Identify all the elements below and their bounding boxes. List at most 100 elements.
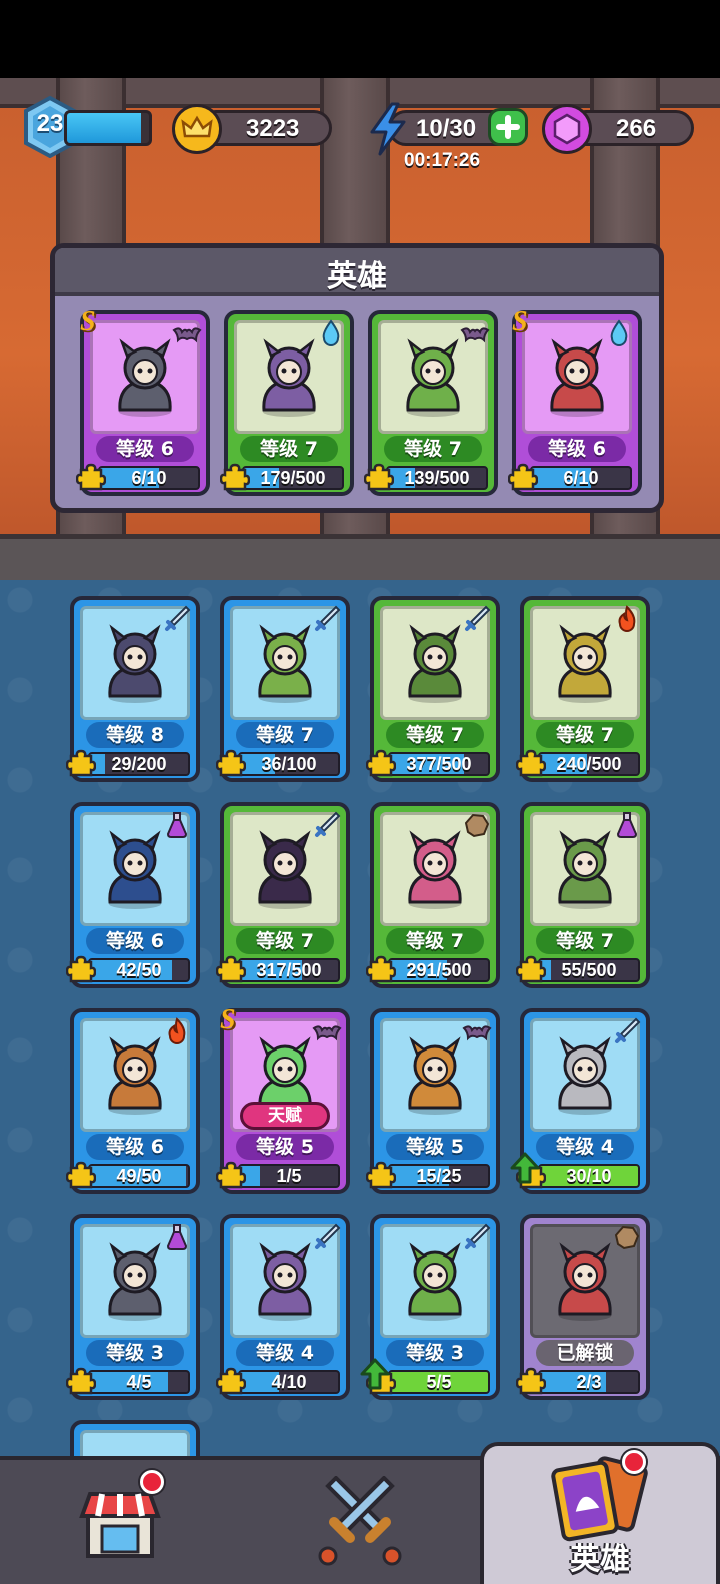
hero-card[interactable]: 等级 7 291/500 bbox=[365, 802, 500, 988]
hero-card[interactable]: 等级 7 240/500 bbox=[515, 596, 650, 782]
sword-icon bbox=[312, 1222, 342, 1252]
bat-icon bbox=[312, 1016, 342, 1046]
hero-list[interactable]: 等级 8 29/200 等级 7 36/100 等级 7 377/500 等级 7 240/5… bbox=[0, 580, 720, 1456]
tab-battle[interactable] bbox=[240, 1460, 480, 1584]
shard-progress-text: 36/100 bbox=[261, 754, 317, 774]
gems-counter[interactable]: 266 bbox=[542, 104, 696, 154]
shard-progress-bar: 29/200 bbox=[88, 752, 190, 776]
bat-icon bbox=[460, 318, 490, 348]
shard-progress-text: 29/200 bbox=[111, 754, 167, 774]
sword-icon bbox=[312, 604, 342, 634]
hero-card[interactable]: 等级 6 42/50 bbox=[65, 802, 200, 988]
hero-level: 等级 4 bbox=[536, 1134, 634, 1160]
energy-counter[interactable]: 10/30 bbox=[362, 102, 532, 156]
hero-card[interactable]: 等级 7 36/100 bbox=[215, 596, 350, 782]
puzzle-piece-icon bbox=[215, 1160, 247, 1190]
hero-level: 等级 7 bbox=[240, 436, 338, 462]
upgrade-arrow-icon bbox=[510, 1152, 540, 1184]
puzzle-piece-icon bbox=[65, 1160, 97, 1190]
hero-level: 等级 5 bbox=[386, 1134, 484, 1160]
sword-icon bbox=[462, 1222, 492, 1252]
puzzle-piece-icon bbox=[365, 1160, 397, 1190]
sword-icon bbox=[312, 810, 342, 840]
heroes-notification-dot bbox=[622, 1450, 646, 1474]
shard-progress-bar: 4/10 bbox=[238, 1370, 340, 1394]
potion-icon bbox=[612, 810, 642, 840]
hero-card[interactable]: 等级 3 5/5 bbox=[360, 1214, 500, 1400]
hero-level: 等级 5 bbox=[236, 1134, 334, 1160]
fire-icon bbox=[612, 604, 642, 634]
xp-bar bbox=[64, 110, 152, 146]
talent-badge: 天赋 bbox=[240, 1102, 330, 1130]
hero-level: 等级 3 bbox=[386, 1340, 484, 1366]
team-hero-card[interactable]: S 等级 6 6/10 bbox=[75, 306, 210, 496]
hero-portrait bbox=[80, 1430, 190, 1456]
shard-progress-text: 49/50 bbox=[116, 1166, 162, 1186]
shop-icon bbox=[79, 1492, 161, 1558]
shard-progress-bar: 139/500 bbox=[386, 466, 488, 490]
shard-progress-bar: 30/10 bbox=[538, 1164, 640, 1188]
bottom-nav: 英雄 bbox=[0, 1442, 720, 1584]
shard-progress-bar: 2/3 bbox=[538, 1370, 640, 1394]
hero-card[interactable]: 等级 4 30/10 bbox=[510, 1008, 650, 1194]
water-drop-icon bbox=[316, 318, 346, 348]
coins-counter[interactable]: 3223 bbox=[172, 104, 334, 154]
hero-card-partial[interactable] bbox=[70, 1420, 200, 1456]
team-hero-card[interactable]: 等级 7 179/500 bbox=[219, 310, 354, 496]
puzzle-piece-icon bbox=[507, 462, 539, 492]
shop-notification-dot bbox=[140, 1470, 164, 1494]
shard-progress-bar: 42/50 bbox=[88, 958, 190, 982]
rock-icon bbox=[612, 1222, 642, 1252]
hero-card[interactable]: 等级 5 15/25 bbox=[365, 1008, 500, 1194]
shard-progress-bar: 291/500 bbox=[388, 958, 490, 982]
puzzle-piece-icon bbox=[75, 462, 107, 492]
shard-progress-text: 55/500 bbox=[561, 960, 617, 980]
puzzle-piece-icon bbox=[515, 954, 547, 984]
shard-progress-text: 4/10 bbox=[271, 1372, 307, 1392]
tab-shop[interactable] bbox=[0, 1460, 240, 1584]
puzzle-piece-icon bbox=[215, 748, 247, 778]
hero-level: 等级 6 bbox=[86, 1134, 184, 1160]
puzzle-piece-icon bbox=[65, 748, 97, 778]
hero-level: 等级 7 bbox=[236, 928, 334, 954]
fire-icon bbox=[162, 1016, 192, 1046]
lightning-icon bbox=[370, 102, 406, 156]
puzzle-piece-icon bbox=[65, 954, 97, 984]
shard-progress-bar: 179/500 bbox=[242, 466, 344, 490]
shard-progress-bar: 49/50 bbox=[88, 1164, 190, 1188]
shard-progress-bar: 55/500 bbox=[538, 958, 640, 982]
hero-level: 等级 7 bbox=[536, 722, 634, 748]
team-hero-card[interactable]: S 等级 6 6/10 bbox=[507, 306, 642, 496]
shard-progress-bar: 1/5 bbox=[238, 1164, 340, 1188]
puzzle-piece-icon bbox=[515, 1366, 547, 1396]
s-rank-badge: S bbox=[220, 1004, 236, 1035]
shard-progress-text: 179/500 bbox=[260, 468, 326, 488]
gem-icon bbox=[542, 104, 592, 154]
hero-card[interactable]: S 天赋等级 5 1/5 bbox=[215, 1004, 350, 1194]
bat-icon bbox=[462, 1016, 492, 1046]
shard-progress-text: 15/25 bbox=[416, 1166, 462, 1186]
hero-level: 等级 3 bbox=[86, 1340, 184, 1366]
hero-card[interactable]: 等级 7 55/500 bbox=[515, 802, 650, 988]
potion-icon bbox=[162, 810, 192, 840]
tab-heroes[interactable]: 英雄 bbox=[480, 1442, 720, 1584]
hero-card[interactable]: 等级 3 4/5 bbox=[65, 1214, 200, 1400]
hero-level: 等级 6 bbox=[528, 436, 626, 462]
hero-card[interactable]: 等级 8 29/200 bbox=[65, 596, 200, 782]
hero-level: 已解锁 bbox=[536, 1340, 634, 1366]
add-energy-button[interactable] bbox=[488, 108, 528, 146]
puzzle-piece-icon bbox=[515, 748, 547, 778]
sword-icon bbox=[462, 604, 492, 634]
hero-level: 等级 7 bbox=[384, 436, 482, 462]
hero-level: 等级 7 bbox=[386, 722, 484, 748]
hero-card[interactable]: 等级 7 317/500 bbox=[215, 802, 350, 988]
shard-progress-text: 240/500 bbox=[556, 754, 622, 774]
shard-progress-bar: 377/500 bbox=[388, 752, 490, 776]
puzzle-piece-icon bbox=[365, 954, 397, 984]
hero-card[interactable]: 已解锁 2/3 bbox=[515, 1214, 650, 1400]
hero-card[interactable]: 等级 4 4/10 bbox=[215, 1214, 350, 1400]
team-hero-card[interactable]: 等级 7 139/500 bbox=[363, 310, 498, 496]
hero-card[interactable]: 等级 7 377/500 bbox=[365, 596, 500, 782]
hero-card[interactable]: 等级 6 49/50 bbox=[65, 1008, 200, 1194]
shard-progress-text: 139/500 bbox=[404, 468, 470, 488]
